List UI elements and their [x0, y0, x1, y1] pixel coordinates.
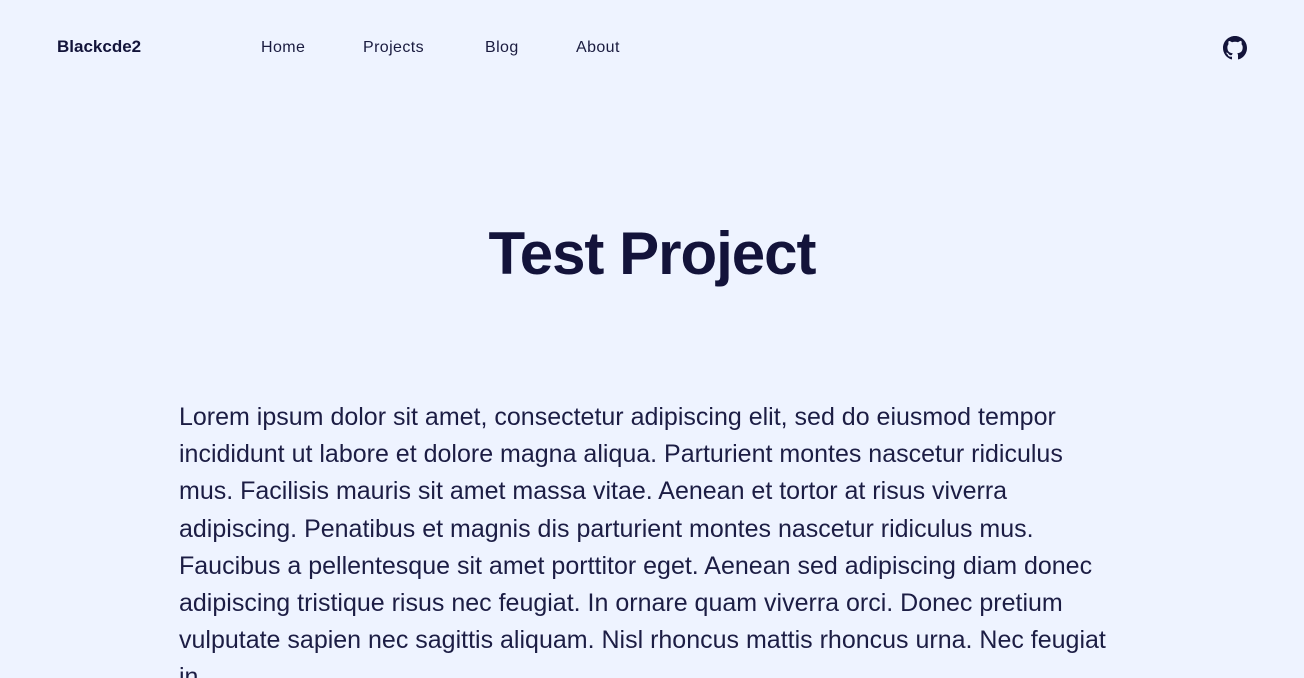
brand-logo-link[interactable]: Blackcde2: [57, 37, 141, 57]
page-title: Test Project: [488, 220, 817, 287]
github-link[interactable]: [1223, 36, 1247, 60]
nav-link-projects[interactable]: Projects: [363, 38, 424, 58]
nav-link-about[interactable]: About: [576, 38, 620, 58]
body-paragraph: Lorem ipsum dolor sit amet, consectetur …: [179, 403, 1106, 678]
nav-link-home[interactable]: Home: [261, 38, 305, 58]
github-icon: [1223, 36, 1247, 60]
top-navbar: Blackcde2 Home Projects Blog About: [0, 0, 1304, 96]
nav-link-blog[interactable]: Blog: [485, 38, 519, 58]
